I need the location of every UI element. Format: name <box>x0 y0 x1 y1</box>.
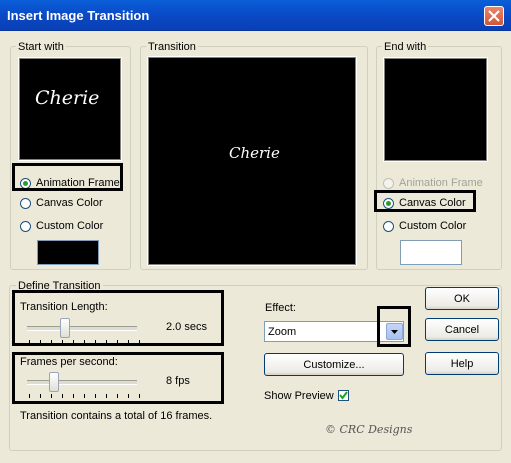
end-preview <box>383 57 488 162</box>
radio-icon <box>20 220 31 232</box>
start-preview: Cherie <box>18 57 122 161</box>
radio-icon <box>383 220 394 232</box>
end-option-label: Custom Color <box>399 220 467 232</box>
highlight-box <box>12 163 123 191</box>
start-option-custom-color[interactable]: Custom Color <box>20 220 103 232</box>
start-with-legend: Start with <box>16 41 66 53</box>
transition-preview: Cherie <box>147 56 357 266</box>
highlight-box <box>377 306 411 347</box>
start-preview-text: Cherie <box>35 87 100 109</box>
radio-icon <box>20 197 31 209</box>
close-button[interactable] <box>484 6 504 26</box>
highlight-box <box>12 290 224 346</box>
help-button[interactable]: Help <box>425 352 499 375</box>
end-option-animation-frame: Animation Frame <box>383 177 483 189</box>
end-option-custom-color[interactable]: Custom Color <box>383 220 466 232</box>
frames-summary: Transition contains a total of 16 frames… <box>20 410 213 422</box>
radio-icon <box>383 177 394 189</box>
highlight-box <box>12 352 224 404</box>
transition-preview-text: Cherie <box>229 144 280 162</box>
highlight-box <box>374 190 476 212</box>
window-title: Insert Image Transition <box>7 8 150 23</box>
start-custom-color-swatch[interactable] <box>37 240 99 265</box>
start-option-canvas-color[interactable]: Canvas Color <box>20 197 103 209</box>
close-icon <box>488 10 500 22</box>
show-preview-label: Show Preview <box>264 390 334 402</box>
end-option-label: Animation Frame <box>399 177 483 189</box>
title-bar[interactable]: Insert Image Transition <box>0 0 511 31</box>
effect-selected-value: Zoom <box>268 326 297 338</box>
customize-button[interactable]: Customize... <box>264 353 404 376</box>
effect-label: Effect: <box>265 302 296 314</box>
checkmark-icon <box>339 391 348 400</box>
insert-image-transition-dialog: Insert Image Transition Start with Cheri… <box>0 0 511 463</box>
end-with-legend: End with <box>382 41 429 53</box>
show-preview-checkbox[interactable] <box>338 390 349 401</box>
start-option-label: Canvas Color <box>36 197 103 209</box>
transition-legend: Transition <box>146 41 198 53</box>
ok-button[interactable]: OK <box>425 287 499 310</box>
start-option-label: Custom Color <box>36 220 104 232</box>
watermark-text: © CRC Designs <box>325 423 413 436</box>
end-custom-color-swatch[interactable] <box>400 240 462 265</box>
cancel-button[interactable]: Cancel <box>425 318 499 341</box>
